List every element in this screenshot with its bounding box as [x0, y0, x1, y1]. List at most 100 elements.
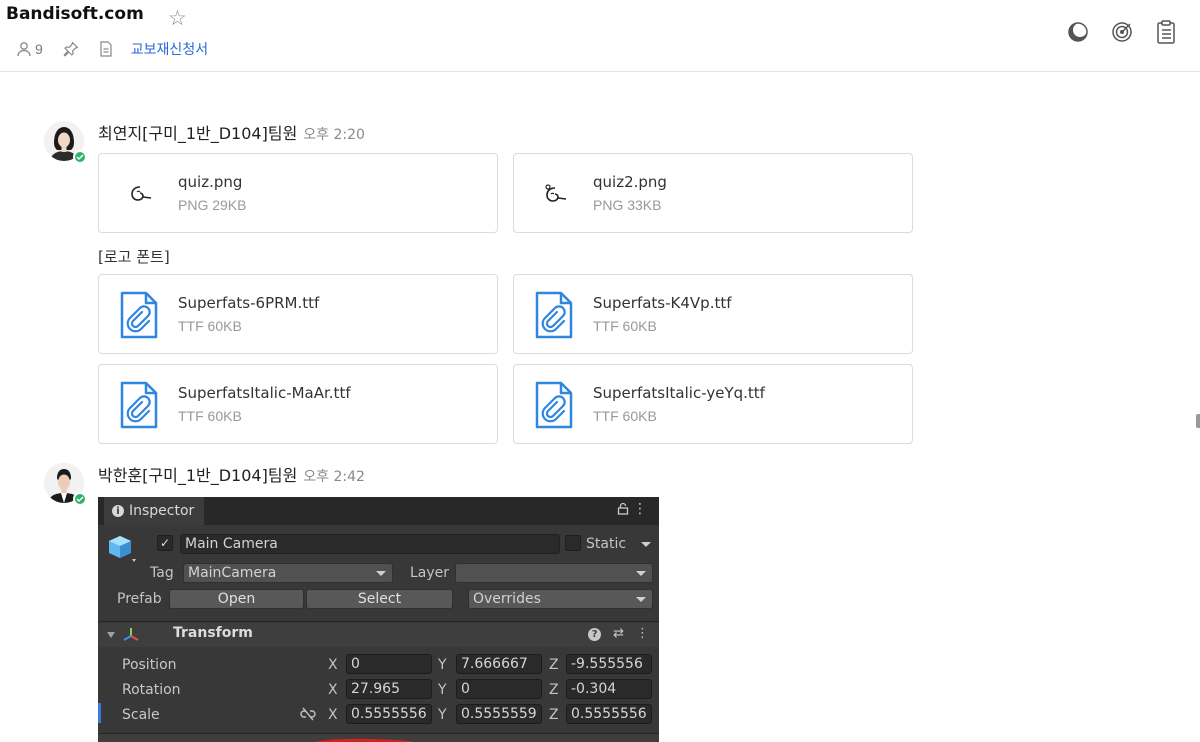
file-attachment[interactable]: SuperfatsItalic-MaAr.ttf TTF 60KB — [98, 364, 498, 444]
file-name[interactable]: quiz.png — [178, 173, 242, 191]
image-thumbnail-icon — [532, 168, 576, 220]
member-count[interactable]: 9 — [35, 41, 43, 57]
static-label: Static — [586, 536, 627, 552]
axis-x-label: X — [328, 682, 338, 698]
file-attachment[interactable]: Superfats-K4Vp.ttf TTF 60KB — [513, 274, 913, 354]
info-icon: i — [112, 505, 124, 517]
file-name[interactable]: SuperfatsItalic-MaAr.ttf — [178, 384, 351, 402]
file-name[interactable]: Superfats-K4Vp.ttf — [593, 294, 732, 312]
file-name[interactable]: SuperfatsItalic-yeYq.ttf — [593, 384, 765, 402]
file-meta: PNG 33KB — [593, 197, 662, 213]
foldout-icon — [107, 632, 115, 638]
inspector-tab-label: Inspector — [129, 503, 195, 519]
more-icon: ⋮ — [633, 501, 647, 517]
inspector-tab-bar: i Inspector ⋮ — [98, 497, 659, 525]
gameobject-cube-icon — [108, 533, 142, 571]
scrollbar-handle[interactable] — [1196, 414, 1200, 428]
layer-label: Layer — [410, 565, 450, 581]
image-thumbnail-icon — [117, 168, 161, 220]
axis-z-label: Z — [549, 682, 559, 698]
inspector-tab: i Inspector — [104, 497, 205, 525]
unlink-icon — [300, 706, 316, 725]
form-link[interactable]: 교보재신청서 — [131, 39, 208, 59]
help-icon: ? — [588, 628, 602, 641]
transform-header: Transform ? ⇄ ⋮ — [98, 623, 659, 647]
attachment-file-icon — [117, 289, 161, 341]
sender-line: 최연지[구미_1반_D104]팀원 오후 2:20 — [98, 120, 365, 144]
online-status-icon — [73, 150, 87, 164]
axis-y-label: Y — [438, 682, 447, 698]
overrides-label: Overrides — [473, 591, 541, 607]
file-meta: PNG 29KB — [178, 197, 247, 213]
half-moon-icon[interactable] — [1066, 20, 1090, 44]
tag-dropdown: MainCamera — [183, 563, 393, 583]
axis-x-label: X — [328, 707, 338, 723]
overrides-dropdown: Overrides — [468, 589, 653, 609]
pin-icon[interactable] — [63, 41, 79, 57]
file-attachment[interactable]: quiz2.png PNG 33KB — [513, 153, 913, 233]
lock-icon — [617, 502, 629, 519]
file-attachment[interactable]: Superfats-6PRM.ttf TTF 60KB — [98, 274, 498, 354]
file-attachment[interactable]: quiz.png PNG 29KB — [98, 153, 498, 233]
message-text: [로고 폰트] — [98, 248, 170, 266]
position-x-field: 0 — [346, 654, 432, 674]
attachment-file-icon — [117, 379, 161, 431]
rotation-x-field: 27.965 — [346, 679, 432, 699]
position-label: Position — [122, 657, 177, 673]
online-status-icon — [73, 492, 87, 506]
favorite-star-icon[interactable]: ☆ — [168, 6, 187, 31]
members-icon[interactable] — [16, 41, 32, 57]
attachment-file-icon — [532, 379, 576, 431]
prefab-open-button: Open — [169, 589, 304, 609]
object-name-field: Main Camera — [180, 534, 560, 554]
tag-label: Tag — [150, 565, 174, 581]
prefab-select-button: Select — [306, 589, 453, 609]
rotation-z-field: -0.304 — [566, 679, 652, 699]
file-name[interactable]: quiz2.png — [593, 173, 667, 191]
watermark: Bandisoft.com — [6, 4, 144, 24]
axis-y-label: Y — [438, 657, 447, 673]
message-time: 오후 2:42 — [303, 469, 365, 485]
modified-indicator — [98, 703, 101, 723]
file-attachment[interactable]: SuperfatsItalic-yeYq.ttf TTF 60KB — [513, 364, 913, 444]
tag-value: MainCamera — [188, 565, 277, 581]
clipboard-icon[interactable] — [1154, 20, 1178, 44]
axis-z-label: Z — [549, 707, 559, 723]
axis-x-label: X — [328, 657, 338, 673]
active-checkbox: ✓ — [157, 535, 173, 551]
document-icon[interactable] — [99, 41, 113, 57]
scale-label: Scale — [122, 707, 160, 723]
rotation-y-field: 0 — [456, 679, 542, 699]
sender-line: 박한훈[구미_1반_D104]팀원 오후 2:42 — [98, 462, 365, 486]
component-more-icon: ⋮ — [636, 626, 649, 641]
file-meta: TTF 60KB — [593, 408, 657, 424]
scale-x-field: 0.5555556 — [346, 704, 432, 724]
sender-name[interactable]: 박한훈[구미_1반_D104]팀원 — [98, 466, 297, 485]
attachment-file-icon — [532, 289, 576, 341]
file-meta: TTF 60KB — [593, 318, 657, 334]
axis-z-label: Z — [549, 657, 559, 673]
static-checkbox — [565, 535, 581, 551]
file-meta: TTF 60KB — [178, 318, 242, 334]
position-z-field: -9.555556 — [566, 654, 652, 674]
rotation-label: Rotation — [122, 682, 181, 698]
target-icon[interactable] — [1110, 20, 1134, 44]
divider — [98, 621, 659, 622]
channel-header: Bandisoft.com ☆ 9 교보재신청서 — [0, 0, 1200, 72]
header-actions — [1066, 20, 1178, 44]
prefab-label: Prefab — [117, 591, 162, 607]
message-time: 오후 2:20 — [303, 127, 365, 143]
scale-y-field: 0.5555559 — [456, 704, 542, 724]
settings-sliders-icon: ⇄ — [613, 626, 624, 641]
scale-z-field: 0.5555556 — [566, 704, 652, 724]
red-annotation-circle — [298, 733, 428, 742]
position-y-field: 7.666667 — [456, 654, 542, 674]
layer-dropdown — [455, 563, 653, 583]
file-name[interactable]: Superfats-6PRM.ttf — [178, 294, 319, 312]
transform-axes-icon — [122, 626, 140, 648]
axis-y-label: Y — [438, 707, 447, 723]
sender-name[interactable]: 최연지[구미_1반_D104]팀원 — [98, 124, 297, 143]
static-dropdown-icon — [641, 542, 651, 547]
component-title: Transform — [173, 625, 253, 641]
inspector-screenshot[interactable]: i Inspector ⋮ ✓ Main Camera Static Tag M… — [98, 497, 659, 742]
